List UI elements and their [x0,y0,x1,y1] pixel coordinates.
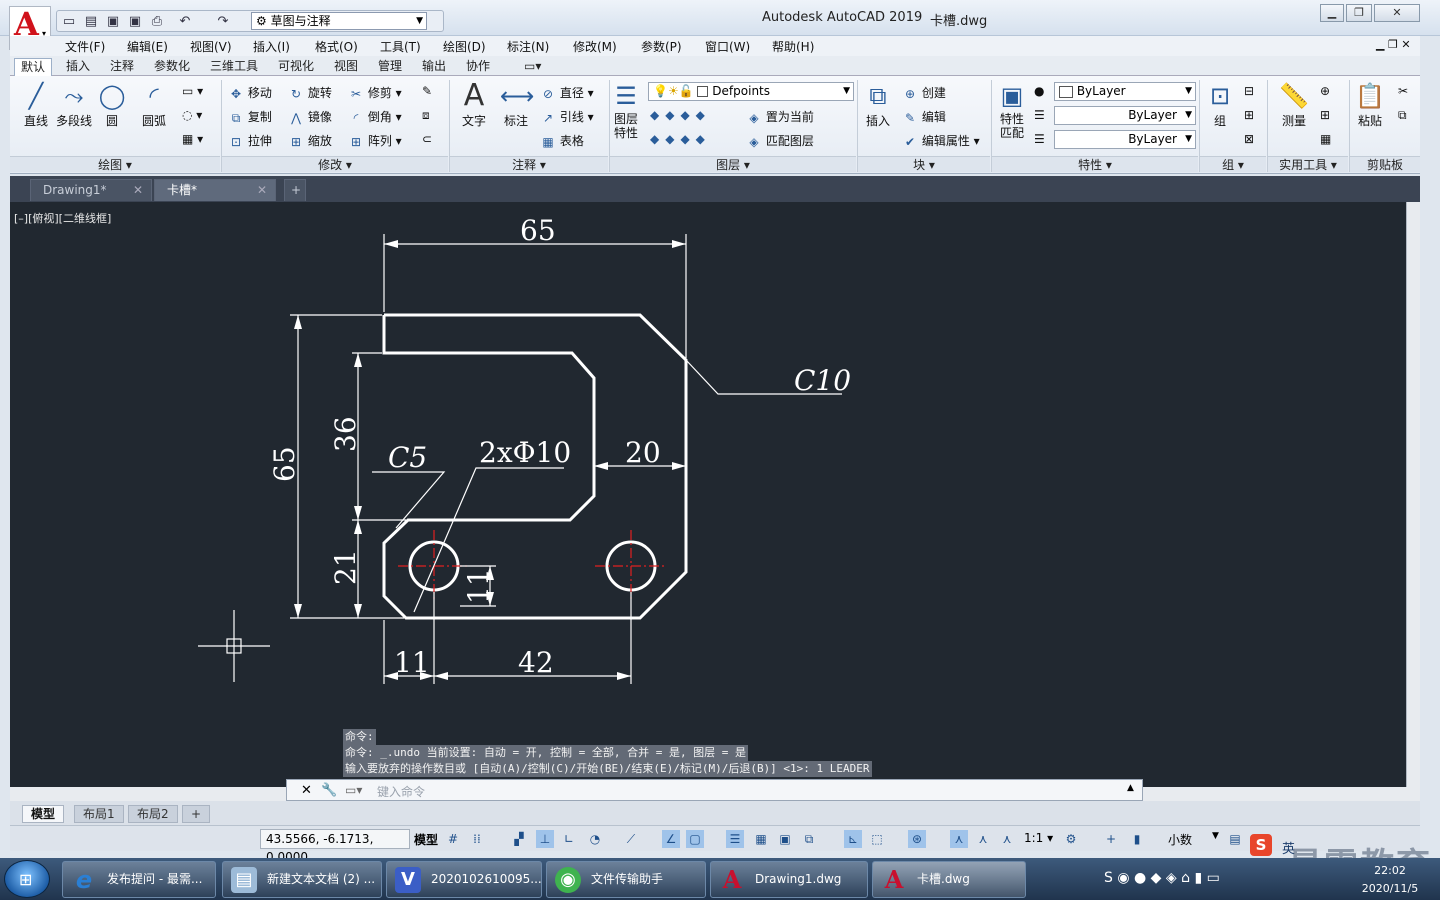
command-history: 命令: 命令: _.undo 当前设置: 自动 = 开, 控制 = 全部, 合并… [343,729,943,777]
clock-date: 2020/11/5 [1361,882,1419,895]
isodraft-icon[interactable]: ⟋ [622,830,640,848]
wrench-icon[interactable]: 🔧 [321,783,337,798]
command-history-line: 命令: _.undo 当前设置: 自动 = 开, 控制 = 全部, 合并 = 是… [343,745,749,761]
tab-model[interactable]: 模型 [22,805,65,823]
3d-osnap-icon[interactable]: ⧉ [800,830,818,848]
dim-top: 65 [520,214,556,247]
command-input-placeholder[interactable]: 键入命令 [377,783,425,800]
chevron-up-icon[interactable]: ▲ [1127,783,1134,793]
grid-icon[interactable]: # [444,830,462,848]
crosshair-cursor [198,610,270,682]
selection-filter-icon[interactable]: ⬚ [868,830,886,848]
notepad-icon: ▤ [231,867,257,893]
dynamic-input-icon[interactable]: ⊥ [536,830,554,848]
windows-taskbar: ⊞ e 发布提问 - 最需... ▤ 新建文本文档 (2) ... V 2020102… [0,858,1440,900]
command-line[interactable]: ✕ 🔧 ▭▾ 键入命令 ▲ [286,779,1143,801]
center-marks [398,530,667,602]
taskbar-item-ie[interactable]: e 发布提问 - 最需... [62,861,216,898]
dim-upper: 36 [329,416,362,452]
units-icon[interactable]: ▮ [1128,830,1146,848]
coordinate-readout: 43.5566, -6.1713, 0.0000 [260,829,410,864]
vertical-scrollbar[interactable] [1406,202,1420,787]
dim-bottom: 42 [518,646,554,679]
snap-icon[interactable]: ⁞⁞ [468,830,486,848]
dim-hole: 11 [462,568,495,604]
start-button[interactable]: ⊞ [4,860,50,898]
command-prompt-icon[interactable]: ▭▾ [345,783,362,797]
lineweight-toggle-icon[interactable]: ☰ [726,830,744,848]
chamfer-c5-label: C5 [388,441,427,474]
command-history-line: 输入要放弃的操作数目或 [自动(A)/控制(C)/开始(BE)/结束(E)/标记… [343,761,872,777]
auto-scale-icon[interactable]: ⋏ [974,830,992,848]
windows-logo-icon: ⊞ [19,870,33,889]
quick-properties-icon[interactable]: ▤ [1226,830,1244,848]
chevron-down-icon[interactable]: ▼ [1212,831,1219,841]
dynamic-ucs-icon[interactable]: ⊾ [844,830,862,848]
dimension-texts: 65 65 36 21 20 11 11 42 C10 C5 2xΦ10 [268,214,851,679]
object-snap-tracking-icon[interactable]: ∠ [662,830,680,848]
holes-label: 2xΦ10 [479,436,571,469]
model-space-button[interactable]: 模型 [414,831,438,848]
units-dropdown[interactable]: 小数 [1168,831,1192,848]
visio-icon: V [395,867,421,893]
close-icon[interactable]: ✕ [301,783,312,798]
transparency-icon[interactable]: ▦ [752,830,770,848]
taskbar-item-notepad[interactable]: ▤ 新建文本文档 (2) ... [222,861,382,898]
tab-layout2[interactable]: 布局2 [128,805,178,823]
system-clock[interactable]: 22:02 2020/11/5 [1350,862,1430,898]
dim-bottom-left: 11 [394,646,430,679]
selection-cycling-icon[interactable]: ▣ [776,830,794,848]
polar-icon[interactable]: ◔ [586,830,604,848]
chamfer-c10-label: C10 [794,364,851,397]
ortho-icon[interactable]: ∟ [560,830,578,848]
clock-time: 22:02 [1374,864,1406,877]
layout-tab-bar: 模型 布局1 布局2 + [10,801,1420,825]
taskbar-item-wechat[interactable]: ◉ 文件传输助手 [546,861,706,898]
sogou-ime-icon[interactable]: S [1250,834,1272,856]
annotation-visibility-icon[interactable]: ⋏ [950,830,968,848]
wechat-icon: ◉ [555,867,581,893]
autocad-icon: A [722,865,742,894]
status-bar: 43.5566, -6.1713, 0.0000 模型 # ⁞⁞ ▞ ⊥ ∟ ◔… [10,825,1420,864]
taskbar-item-visio[interactable]: V 2020102610095... [386,861,542,898]
command-history-line: 命令: [343,729,376,745]
object-snap-icon[interactable]: ▢ [686,830,704,848]
gizmo-icon[interactable]: ⊛ [908,830,926,848]
annotation-scale-dropdown[interactable]: 1:1 ▾ [1024,831,1053,845]
taskbar-item-kacao[interactable]: A 卡槽.dwg [872,861,1026,898]
dim-right: 20 [625,436,661,469]
taskbar-item-drawing1[interactable]: A Drawing1.dwg [710,861,868,898]
add-layout-button[interactable]: + [182,805,211,823]
tab-layout1[interactable]: 布局1 [74,805,124,823]
tray-icons[interactable]: S ◉ ● ◆ ◈ ⌂ ▮ ▭ [1104,870,1220,886]
annotation-scale-icon[interactable]: ⋏ [998,830,1016,848]
annotation-monitor-icon[interactable]: + [1102,830,1120,848]
infer-icon[interactable]: ▞ [510,830,528,848]
workspace-gear-icon[interactable]: ⚙ [1062,830,1080,848]
dim-lower: 21 [329,549,362,585]
ie-icon: e [75,866,93,894]
autocad-icon: A [884,865,904,894]
dim-left: 65 [268,446,301,482]
